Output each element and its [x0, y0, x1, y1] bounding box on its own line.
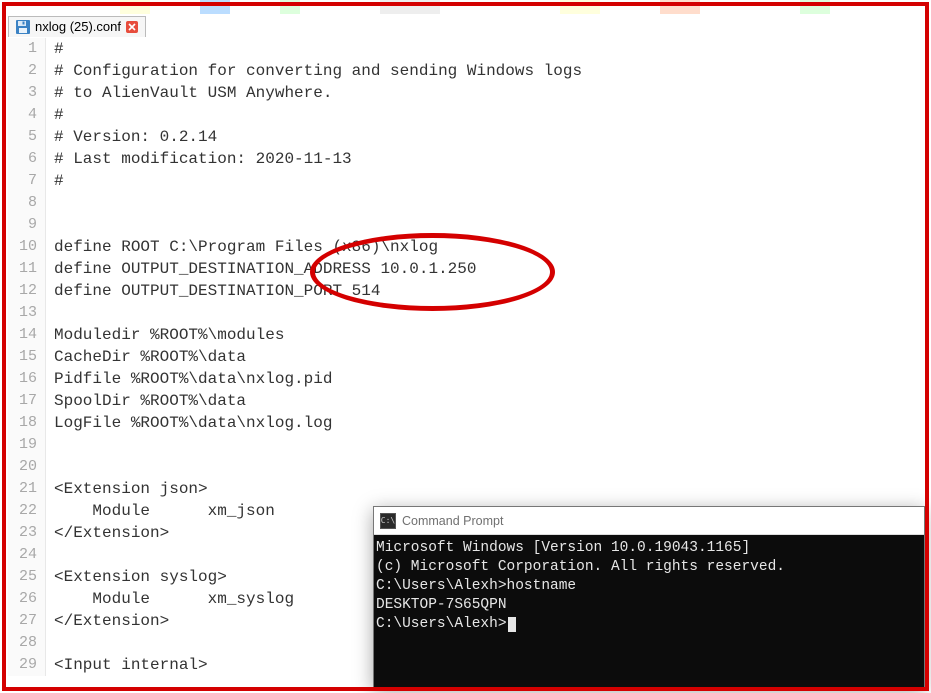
- line-number: 23: [8, 522, 46, 544]
- code-text: [46, 302, 54, 324]
- line-number: 10: [8, 236, 46, 258]
- command-prompt-title: Command Prompt: [402, 514, 503, 528]
- code-line[interactable]: 21<Extension json>: [8, 478, 923, 500]
- line-number: 16: [8, 368, 46, 390]
- code-text: #: [46, 170, 64, 192]
- line-number: 25: [8, 566, 46, 588]
- code-text: [46, 456, 54, 478]
- code-line[interactable]: 20: [8, 456, 923, 478]
- code-line[interactable]: 13: [8, 302, 923, 324]
- code-text: <Extension json>: [46, 478, 208, 500]
- code-text: Moduledir %ROOT%\modules: [46, 324, 284, 346]
- tab-filename: nxlog (25).conf: [35, 19, 121, 34]
- line-number: 12: [8, 280, 46, 302]
- line-number: 13: [8, 302, 46, 324]
- code-line[interactable]: 16Pidfile %ROOT%\data\nxlog.pid: [8, 368, 923, 390]
- code-line[interactable]: 11define OUTPUT_DESTINATION_ADDRESS 10.0…: [8, 258, 923, 280]
- code-line[interactable]: 7#: [8, 170, 923, 192]
- line-number: 6: [8, 148, 46, 170]
- code-line[interactable]: 18LogFile %ROOT%\data\nxlog.log: [8, 412, 923, 434]
- file-tab[interactable]: nxlog (25).conf: [8, 16, 146, 37]
- code-text: <Extension syslog>: [46, 566, 227, 588]
- code-line[interactable]: 14Moduledir %ROOT%\modules: [8, 324, 923, 346]
- line-number: 18: [8, 412, 46, 434]
- code-line[interactable]: 9: [8, 214, 923, 236]
- command-prompt-titlebar[interactable]: C:\ Command Prompt: [374, 507, 924, 535]
- code-text: Pidfile %ROOT%\data\nxlog.pid: [46, 368, 332, 390]
- line-number: 3: [8, 82, 46, 104]
- line-number: 27: [8, 610, 46, 632]
- code-line[interactable]: 19: [8, 434, 923, 456]
- code-line[interactable]: 1#: [8, 38, 923, 60]
- code-text: define OUTPUT_DESTINATION_PORT 514: [46, 280, 380, 302]
- code-text: [46, 632, 54, 654]
- code-text: </Extension>: [46, 610, 169, 632]
- command-prompt-window[interactable]: C:\ Command Prompt Microsoft Windows [Ve…: [373, 506, 925, 688]
- line-number: 29: [8, 654, 46, 676]
- code-text: LogFile %ROOT%\data\nxlog.log: [46, 412, 332, 434]
- code-line[interactable]: 2# Configuration for converting and send…: [8, 60, 923, 82]
- code-text: </Extension>: [46, 522, 169, 544]
- toolbar-strip: [0, 0, 931, 14]
- code-line[interactable]: 5# Version: 0.2.14: [8, 126, 923, 148]
- code-text: # Configuration for converting and sendi…: [46, 60, 582, 82]
- line-number: 1: [8, 38, 46, 60]
- code-text: [46, 434, 54, 456]
- line-number: 15: [8, 346, 46, 368]
- code-text: [46, 214, 54, 236]
- line-number: 14: [8, 324, 46, 346]
- code-text: # to AlienVault USM Anywhere.: [46, 82, 332, 104]
- code-text: # Last modification: 2020-11-13: [46, 148, 352, 170]
- terminal-line: Microsoft Windows [Version 10.0.19043.11…: [374, 539, 924, 558]
- code-line[interactable]: 10define ROOT C:\Program Files (x86)\nxl…: [8, 236, 923, 258]
- code-line[interactable]: 12define OUTPUT_DESTINATION_PORT 514: [8, 280, 923, 302]
- line-number: 7: [8, 170, 46, 192]
- terminal-cursor: [508, 617, 516, 632]
- code-text: <Input internal>: [46, 654, 208, 676]
- code-text: [46, 544, 54, 566]
- line-number: 8: [8, 192, 46, 214]
- terminal-line: DESKTOP-7S65QPN: [374, 596, 924, 615]
- line-number: 21: [8, 478, 46, 500]
- code-line[interactable]: 6# Last modification: 2020-11-13: [8, 148, 923, 170]
- terminal-line: C:\Users\Alexh>hostname: [374, 577, 924, 596]
- save-icon: [15, 19, 31, 35]
- line-number: 22: [8, 500, 46, 522]
- line-number: 11: [8, 258, 46, 280]
- code-text: CacheDir %ROOT%\data: [46, 346, 246, 368]
- code-line[interactable]: 4#: [8, 104, 923, 126]
- line-number: 17: [8, 390, 46, 412]
- code-line[interactable]: 8: [8, 192, 923, 214]
- terminal-line: C:\Users\Alexh>: [374, 615, 924, 634]
- tab-bar: nxlog (25).conf: [8, 14, 146, 38]
- code-text: Module xm_syslog: [46, 588, 294, 610]
- code-text: #: [46, 38, 64, 60]
- line-number: 28: [8, 632, 46, 654]
- line-number: 2: [8, 60, 46, 82]
- code-line[interactable]: 17SpoolDir %ROOT%\data: [8, 390, 923, 412]
- line-number: 19: [8, 434, 46, 456]
- code-text: Module xm_json: [46, 500, 275, 522]
- command-prompt-body[interactable]: Microsoft Windows [Version 10.0.19043.11…: [374, 535, 924, 687]
- code-text: # Version: 0.2.14: [46, 126, 217, 148]
- line-number: 4: [8, 104, 46, 126]
- terminal-line: (c) Microsoft Corporation. All rights re…: [374, 558, 924, 577]
- code-text: #: [46, 104, 64, 126]
- line-number: 24: [8, 544, 46, 566]
- line-number: 20: [8, 456, 46, 478]
- code-text: define ROOT C:\Program Files (x86)\nxlog: [46, 236, 438, 258]
- line-number: 5: [8, 126, 46, 148]
- close-icon[interactable]: [125, 20, 139, 34]
- code-text: [46, 192, 54, 214]
- code-line[interactable]: 15CacheDir %ROOT%\data: [8, 346, 923, 368]
- line-number: 26: [8, 588, 46, 610]
- line-number: 9: [8, 214, 46, 236]
- code-text: SpoolDir %ROOT%\data: [46, 390, 246, 412]
- code-text: define OUTPUT_DESTINATION_ADDRESS 10.0.1…: [46, 258, 476, 280]
- command-prompt-icon: C:\: [380, 513, 396, 529]
- code-line[interactable]: 3# to AlienVault USM Anywhere.: [8, 82, 923, 104]
